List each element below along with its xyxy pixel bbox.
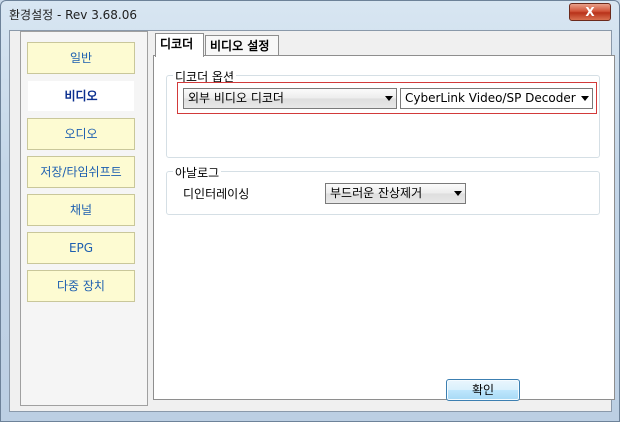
ok-button[interactable]: 확인 <box>446 379 520 401</box>
sidebar-item-label: 오디오 <box>64 127 98 141</box>
close-icon: X <box>585 5 595 19</box>
sidebar-item-channel[interactable]: 채널 <box>27 194 135 226</box>
tab-label: 비디오 설정 <box>210 39 270 53</box>
window-title: 환경설정 - Rev 3.68.06 <box>9 8 138 22</box>
settings-window: 환경설정 - Rev 3.68.06 X 일반 비디오 오디오 저장/타임쉬프트 <box>0 0 620 422</box>
sidebar: 일반 비디오 오디오 저장/타임쉬프트 채널 EPG 다중 장치 <box>20 31 148 406</box>
sidebar-item-epg[interactable]: EPG <box>27 232 135 264</box>
sidebar-item-audio[interactable]: 오디오 <box>27 118 135 150</box>
sidebar-item-recording[interactable]: 저장/타임쉬프트 <box>27 156 135 188</box>
sidebar-item-video[interactable]: 비디오 <box>27 80 135 112</box>
sidebar-item-multi-device[interactable]: 다중 장치 <box>27 270 135 302</box>
sidebar-item-label: 채널 <box>69 203 93 217</box>
sidebar-item-label: 다중 장치 <box>57 279 105 293</box>
analog-group: 아날로그 디인터레이싱 부드러운 잔상제거 <box>166 164 600 215</box>
sidebar-item-label: 일반 <box>69 51 93 65</box>
tab-label: 디코더 <box>160 37 194 51</box>
decoder-select[interactable]: CyberLink Video/SP Decoder (PD <box>400 88 593 109</box>
decoder-type-value: 외부 비디오 디코더 <box>188 91 284 105</box>
client-area: 일반 비디오 오디오 저장/타임쉬프트 채널 EPG 다중 장치 디코더 비디오… <box>9 30 615 412</box>
decoder-type-select[interactable]: 외부 비디오 디코더 <box>183 88 397 109</box>
close-button[interactable]: X <box>569 3 611 21</box>
deinterlace-label: 디인터레이싱 <box>183 187 250 201</box>
tab-decoder[interactable]: 디코더 <box>155 33 204 57</box>
sidebar-list: 일반 비디오 오디오 저장/타임쉬프트 채널 EPG 다중 장치 <box>21 32 147 405</box>
chevron-down-icon <box>581 96 589 101</box>
chevron-down-icon <box>454 191 462 196</box>
tab-video-settings[interactable]: 비디오 설정 <box>205 35 279 57</box>
decoder-options-group: 디코더 옵션 외부 비디오 디코더 CyberLink Video/SP Dec… <box>166 68 600 158</box>
deinterlace-select[interactable]: 부드러운 잔상제거 <box>325 183 466 204</box>
chevron-down-icon <box>385 96 393 101</box>
sidebar-item-label: EPG <box>68 241 94 255</box>
tab-panel: 디코더 옵션 외부 비디오 디코더 CyberLink Video/SP Dec… <box>153 55 615 400</box>
ok-label: 확인 <box>471 383 495 397</box>
title-bar[interactable]: 환경설정 - Rev 3.68.06 X <box>1 1 619 27</box>
sidebar-item-general[interactable]: 일반 <box>27 42 135 74</box>
sidebar-item-label: 저장/타임쉬프트 <box>40 165 122 179</box>
decoder-value: CyberLink Video/SP Decoder (PD <box>405 91 576 105</box>
group-title: 아날로그 <box>173 164 222 181</box>
sidebar-item-label: 비디오 <box>64 89 98 103</box>
deinterlace-value: 부드러운 잔상제거 <box>330 186 423 200</box>
